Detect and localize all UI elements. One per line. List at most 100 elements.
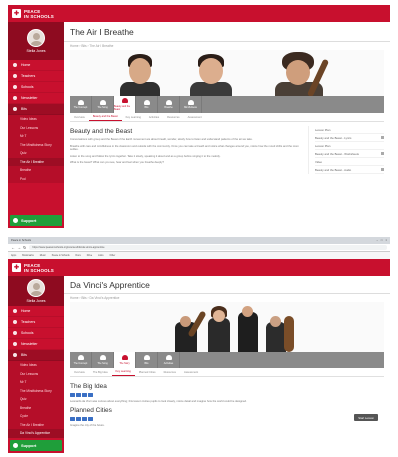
sidebar-item-teachers[interactable]: Teachers xyxy=(8,71,64,82)
subtab-beauty-and-the-beast[interactable]: Beauty and the Beast xyxy=(88,113,122,121)
download-icon[interactable] xyxy=(381,152,384,155)
back-icon[interactable]: ← xyxy=(11,245,15,250)
subtab-activities[interactable]: Activities xyxy=(145,113,163,121)
tag[interactable] xyxy=(82,393,87,397)
minimize-icon[interactable]: – xyxy=(376,239,377,242)
sidebar-subitem[interactable]: Video Ideas xyxy=(8,115,64,124)
sidebar-item-newsletter[interactable]: Newsletter xyxy=(8,339,64,350)
subtab-big-idea[interactable]: The Big Idea xyxy=(89,368,112,376)
sidebar-subitem[interactable]: The Air I Breathe xyxy=(8,420,64,429)
sidebar-item-schools[interactable]: Schools xyxy=(8,82,64,93)
resource-item[interactable]: Lesson Plan xyxy=(315,142,384,150)
subtab-resources[interactable]: Resources xyxy=(160,368,180,376)
subtab-overview[interactable]: Overview xyxy=(70,368,89,376)
sidebar-subitem[interactable]: Mr T xyxy=(8,132,64,141)
reload-icon[interactable]: ↻ xyxy=(23,245,26,250)
sidebar-subitem[interactable]: Cycle xyxy=(8,412,64,421)
subtab-assessment[interactable]: Assessment xyxy=(180,368,202,376)
tag[interactable] xyxy=(88,393,93,397)
tag[interactable] xyxy=(76,416,81,421)
tag[interactable] xyxy=(76,393,81,397)
sidebar-item-label: Home xyxy=(21,63,31,67)
tag[interactable] xyxy=(88,416,93,421)
download-icon[interactable] xyxy=(381,136,384,139)
sidebar-item-home[interactable]: Home xyxy=(8,60,64,71)
forward-icon[interactable]: → xyxy=(17,245,21,250)
tag[interactable] xyxy=(70,416,75,421)
bookmark-item[interactable]: Links xyxy=(98,255,103,257)
sidebar-subitem[interactable]: Mr T xyxy=(8,378,64,387)
support-label: Support xyxy=(21,443,37,448)
sidebar-subitem-active[interactable]: The Air I Breathe xyxy=(8,157,64,166)
page-title: The Air I Breathe xyxy=(70,26,134,37)
bookmark-item[interactable]: Bookmarks xyxy=(22,255,34,257)
sidebar-subitem[interactable]: Our Lessons xyxy=(8,369,64,378)
avatar[interactable] xyxy=(27,29,45,47)
tab-concept[interactable]: The Concept xyxy=(70,352,92,368)
resource-item[interactable]: Beauty and the Beast - Lyrics xyxy=(315,134,384,142)
sidebar-item-home[interactable]: Home xyxy=(8,306,64,317)
resource-item[interactable]: Lesson Plan xyxy=(315,126,384,134)
tab-breathe[interactable]: Breathe xyxy=(158,96,180,113)
logo-icon[interactable]: ✚ xyxy=(12,9,21,18)
avatar[interactable] xyxy=(27,279,45,297)
bookmark-item[interactable]: Docs xyxy=(76,255,81,257)
sidebar-subitem[interactable]: The Mindfulness Story xyxy=(8,140,64,149)
start-lesson-button[interactable]: Start Lesson xyxy=(354,414,378,421)
sidebar-subitem[interactable]: The Mindfulness Story xyxy=(8,386,64,395)
maximize-icon[interactable]: □ xyxy=(381,239,383,242)
sidebar-subitem[interactable]: Breathe xyxy=(8,403,64,412)
bookmark-item[interactable]: Other xyxy=(109,255,115,257)
tab-song[interactable]: The Song xyxy=(92,96,114,113)
tab-beauty-and-the-beast[interactable]: Beauty and the Beast xyxy=(114,96,136,113)
profile[interactable]: Stella Jones xyxy=(8,22,64,60)
breadcrumb[interactable]: Home › Bits › The Air I Breathe xyxy=(64,42,390,50)
sidebar-subitem[interactable]: Video Ideas xyxy=(8,361,64,370)
support-button[interactable]: Support xyxy=(10,215,62,226)
browser-tab[interactable]: Peace in Schools xyxy=(11,239,31,242)
subtab-planned-cities[interactable]: Planned Cities xyxy=(135,368,160,376)
person-face xyxy=(270,316,281,327)
subtab-key-learning[interactable]: Key Learning xyxy=(111,368,135,376)
tab-bits[interactable]: Bits xyxy=(136,96,158,113)
breadcrumb[interactable]: Home › Bits › Da Vinci's Apprentice xyxy=(64,294,390,302)
sidebar-item-newsletter[interactable]: Newsletter xyxy=(8,93,64,104)
tab-story[interactable]: The Story xyxy=(114,352,136,368)
tab-concept[interactable]: The Concept xyxy=(70,96,92,113)
resource-item[interactable]: Beauty and the Beast - Worksheets xyxy=(315,150,384,158)
support-button[interactable]: Support xyxy=(10,440,62,451)
sidebar-item-teachers[interactable]: Teachers xyxy=(8,317,64,328)
subtab-key-learning[interactable]: Key Learning xyxy=(122,113,145,121)
bookmark-item[interactable]: Music xyxy=(40,255,46,257)
sidebar-subitem[interactable]: Breathe xyxy=(8,166,64,175)
user-name: Stella Jones xyxy=(26,49,46,53)
subtab-assessment[interactable]: Assessment xyxy=(184,113,206,121)
tag[interactable] xyxy=(82,416,87,421)
sidebar-subitem[interactable]: Quiz xyxy=(8,149,64,158)
resource-item[interactable]: Beauty and the Beast - Audio xyxy=(315,166,384,174)
sidebar-item-bits[interactable]: Bits xyxy=(8,104,64,115)
logo-icon[interactable]: ✚ xyxy=(12,263,21,272)
resource-item[interactable]: Video xyxy=(315,158,384,166)
tab-label: Bits xyxy=(144,106,149,110)
sidebar-subitem[interactable]: Quiz xyxy=(8,395,64,404)
profile[interactable]: Stella Jones xyxy=(8,276,64,306)
address-bar[interactable]: https://www.peaceinschools.org/courses/b… xyxy=(29,245,387,250)
bookmark-item[interactable]: Peace in Schools xyxy=(52,255,70,257)
sidebar-item-bits[interactable]: Bits xyxy=(8,350,64,361)
tab-song[interactable]: The Song xyxy=(92,352,114,368)
sidebar-subitem-active[interactable]: Da Vinci's Apprentice xyxy=(8,429,64,438)
bookmark-item[interactable]: Apps xyxy=(11,255,16,257)
tag[interactable] xyxy=(70,393,75,397)
sidebar-subitem[interactable]: Our Lessons xyxy=(8,123,64,132)
download-icon[interactable] xyxy=(381,168,384,171)
tab-activities[interactable]: Activities xyxy=(158,352,180,368)
tab-mindfulness[interactable]: Mindfulness xyxy=(180,96,202,113)
sidebar-item-schools[interactable]: Schools xyxy=(8,328,64,339)
sidebar-subitem[interactable]: Pod xyxy=(8,174,64,183)
close-icon[interactable]: × xyxy=(385,239,387,242)
tab-bits[interactable]: Bits xyxy=(136,352,158,368)
bookmark-item[interactable]: Drive xyxy=(87,255,92,257)
subtab-overview[interactable]: Overview xyxy=(70,113,89,121)
subtab-resources[interactable]: Resources xyxy=(163,113,183,121)
